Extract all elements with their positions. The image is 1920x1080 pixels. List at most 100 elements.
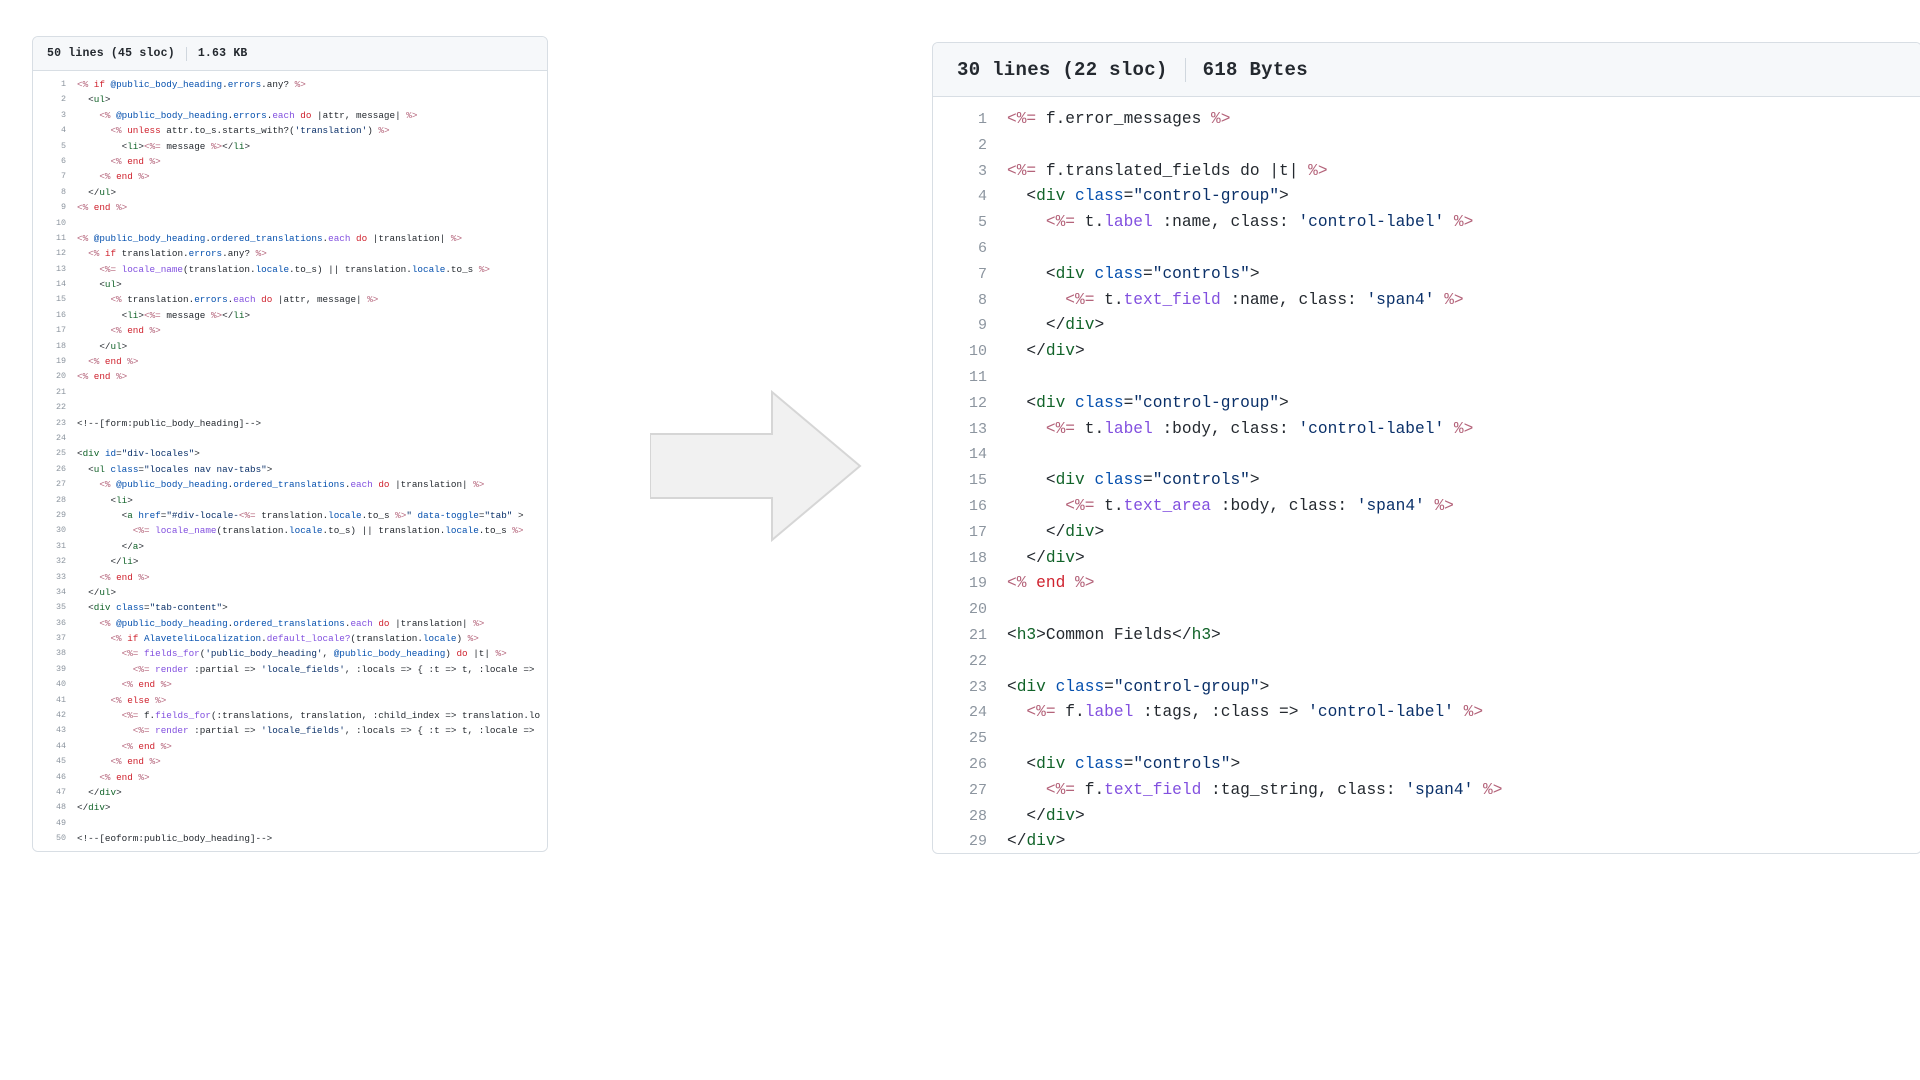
code-token: %> <box>450 232 463 244</box>
line-content[interactable]: <a href="#div-locale-<%= translation.loc… <box>77 508 547 523</box>
line-content[interactable]: <% end %> <box>77 354 547 369</box>
line-content[interactable]: <h3>Common Fields</h3> <box>1007 623 1920 649</box>
line-content[interactable]: <%= render :partial => 'locale_fields', … <box>77 723 547 738</box>
line-content[interactable]: <%= locale_name(translation.locale.to_s)… <box>77 523 547 538</box>
line-number: 8 <box>977 291 987 309</box>
line-content[interactable]: <ul> <box>77 277 547 292</box>
code-token: errors <box>188 248 223 260</box>
line-number: 2 <box>977 136 987 154</box>
line-content[interactable]: </ul> <box>77 185 547 200</box>
code-token: %> <box>255 248 267 260</box>
line-content[interactable]: <div class="control-group"> <box>1007 391 1920 417</box>
code-line: 11 <box>933 365 1920 391</box>
code-token: . <box>1055 161 1066 180</box>
line-content[interactable]: <% end %> <box>77 770 547 785</box>
line-content[interactable]: <% else %> <box>77 693 547 708</box>
code-token: locale <box>445 525 479 537</box>
line-content[interactable]: <%= fields_for('public_body_heading', @p… <box>77 646 547 661</box>
line-content[interactable]: <% if AlaveteliLocalization.default_loca… <box>77 631 547 646</box>
code-line: 33 <% end %> <box>33 570 547 585</box>
line-content[interactable]: <%= f.label :tags, :class => 'control-la… <box>1007 700 1920 726</box>
line-content[interactable]: <!--[eoform:public_body_heading]--> <box>77 831 547 846</box>
line-content[interactable]: <div class="control-group"> <box>1007 675 1920 701</box>
line-content[interactable]: <div id="div-locales"> <box>77 446 547 461</box>
line-content[interactable]: <%= f.error_messages %> <box>1007 107 1920 133</box>
line-content[interactable]: <div class="controls"> <box>1007 752 1920 778</box>
code-token: :body, class: <box>1152 419 1299 438</box>
line-content[interactable]: <%= render :partial => 'locale_fields', … <box>77 662 547 677</box>
line-content[interactable]: <% @public_body_heading.ordered_translat… <box>77 477 547 492</box>
line-content[interactable]: <li><%= message %></li> <box>77 308 547 323</box>
line-content[interactable]: <% if translation.errors.any? %> <box>77 246 547 261</box>
line-content[interactable]: <% if @public_body_heading.errors.any? %… <box>77 77 547 92</box>
line-content[interactable]: </ul> <box>77 339 547 354</box>
line-content[interactable]: <% end %> <box>77 323 547 338</box>
left-code-body[interactable]: 1 <% if @public_body_heading.errors.any? … <box>33 71 547 851</box>
line-content[interactable]: </div> <box>77 785 547 800</box>
line-content[interactable]: <%= f.fields_for(:translations, translat… <box>77 708 547 723</box>
line-content[interactable]: </div> <box>1007 546 1920 572</box>
line-content[interactable]: </div> <box>1007 313 1920 339</box>
line-content[interactable]: <li><%= message %></li> <box>77 139 547 154</box>
line-content[interactable]: </a> <box>77 539 547 554</box>
line-content[interactable]: </div> <box>1007 804 1920 830</box>
line-number: 23 <box>968 678 987 696</box>
code-token: class <box>1094 264 1144 283</box>
line-content[interactable]: <ul class="locales nav nav-tabs"> <box>77 462 547 477</box>
line-content[interactable]: </div> <box>1007 829 1920 853</box>
code-token: each <box>272 109 301 121</box>
line-content[interactable]: <%= t.text_area :body, class: 'span4' %> <box>1007 494 1920 520</box>
code-token: </ <box>77 340 111 352</box>
line-content[interactable]: <% @public_body_heading.errors.each do |… <box>77 108 547 123</box>
line-content[interactable]: <% end %> <box>77 169 547 184</box>
line-content[interactable]: <%= t.label :name, class: 'control-label… <box>1007 210 1920 236</box>
line-number: 15 <box>968 472 987 490</box>
line-content[interactable]: <%= f.text_field :tag_string, class: 'sp… <box>1007 778 1920 804</box>
line-content[interactable]: <% end %> <box>77 369 547 384</box>
line-content[interactable]: </ul> <box>77 585 547 600</box>
code-line: 17 </div> <box>933 520 1920 546</box>
line-content[interactable]: <%= t.label :body, class: 'control-label… <box>1007 417 1920 443</box>
code-token: label <box>1104 419 1153 438</box>
line-content[interactable]: <% end %> <box>77 200 547 215</box>
line-content[interactable]: <div class="controls"> <box>1007 262 1920 288</box>
line-content[interactable]: <% end %> <box>77 570 547 585</box>
right-code-body[interactable]: 1 <%= f.error_messages %> 2 3 <%= f.translat… <box>933 97 1920 853</box>
code-line: 49 <box>33 816 547 831</box>
code-token: f <box>1045 161 1056 180</box>
line-content[interactable]: <%= t.text_field :name, class: 'span4' %… <box>1007 288 1920 314</box>
line-content[interactable]: </div> <box>1007 520 1920 546</box>
code-line: 47 </div> <box>33 785 547 800</box>
code-token: div <box>1045 548 1076 567</box>
line-content[interactable]: <% translation.errors.each do |attr, mes… <box>77 292 547 307</box>
line-content[interactable]: <div class="tab-content"> <box>77 600 547 615</box>
code-token: do <box>300 109 317 121</box>
line-content[interactable]: <ul> <box>77 92 547 107</box>
line-content[interactable]: <!--[form:public_body_heading]--> <box>77 416 547 431</box>
line-content[interactable]: <% @public_body_heading.ordered_translat… <box>77 231 547 246</box>
line-content[interactable]: <li> <box>77 493 547 508</box>
code-line: 22 <box>933 649 1920 675</box>
line-content[interactable]: <% end %> <box>77 739 547 754</box>
code-token: end <box>127 155 150 167</box>
line-content[interactable]: <div class="control-group"> <box>1007 184 1920 210</box>
line-content[interactable]: </li> <box>77 554 547 569</box>
line-content[interactable]: <% @public_body_heading.ordered_translat… <box>77 616 547 631</box>
code-token: div <box>1065 522 1095 541</box>
line-content[interactable]: <% unless attr.to_s.starts_with?('transl… <box>77 123 547 138</box>
line-content[interactable]: <% end %> <box>77 754 547 769</box>
line-content[interactable]: </div> <box>77 800 547 815</box>
code-line: 18 </ul> <box>33 339 547 354</box>
line-content[interactable]: <% end %> <box>77 677 547 692</box>
line-content[interactable]: <% end %> <box>77 154 547 169</box>
line-content[interactable]: <%= f.translated_fields do |t| %> <box>1007 159 1920 185</box>
line-content[interactable]: <% end %> <box>1007 571 1920 597</box>
line-content[interactable]: <div class="controls"> <box>1007 468 1920 494</box>
code-token: "control-group" <box>1133 393 1280 412</box>
line-content[interactable]: </div> <box>1007 339 1920 365</box>
code-token: locale <box>289 525 323 537</box>
line-content[interactable]: <%= locale_name(translation.locale.to_s)… <box>77 262 547 277</box>
code-line: 27 <%= f.text_field :tag_string, class: … <box>933 778 1920 804</box>
